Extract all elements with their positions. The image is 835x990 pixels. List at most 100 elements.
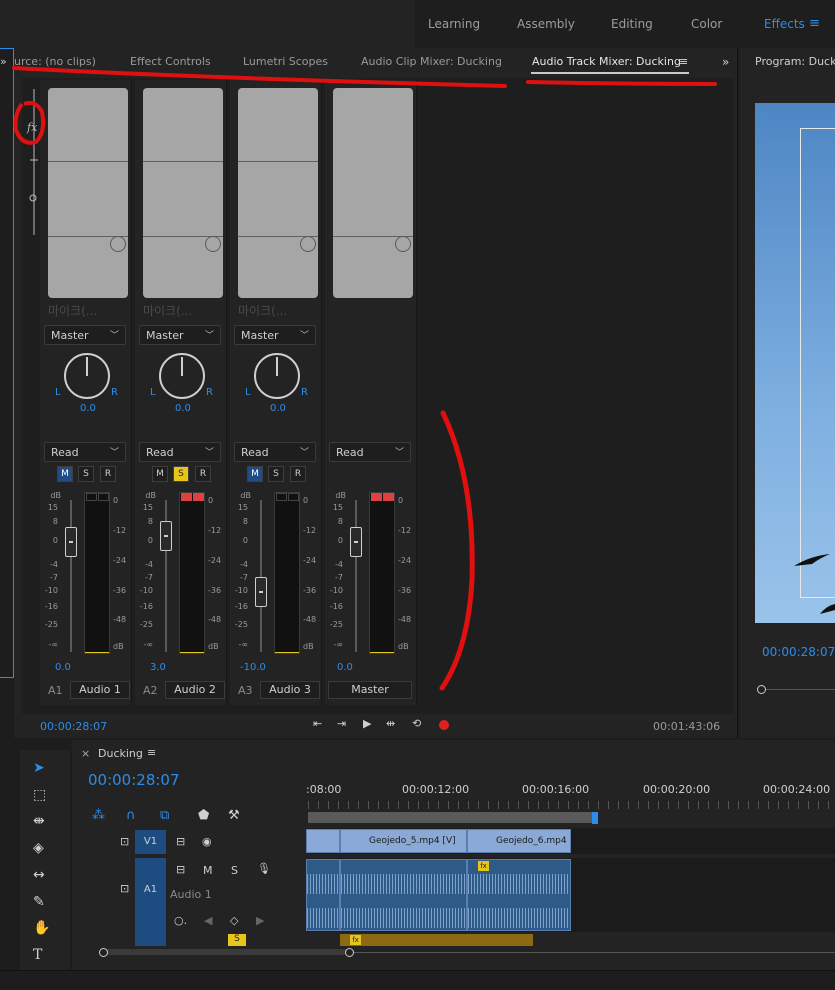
video-clip[interactable]: Geojedo_5.mp4 [V] bbox=[340, 829, 467, 853]
play-in-to-out-icon[interactable]: ⇹ bbox=[386, 717, 395, 730]
volume-value-a3[interactable]: -10.0 bbox=[240, 662, 266, 673]
output-select-a2[interactable]: Master ﹀ bbox=[139, 325, 221, 345]
more-tabs-icon[interactable]: » bbox=[722, 55, 729, 69]
linked-selection-icon[interactable]: ⧉ bbox=[160, 808, 169, 823]
sync-lock-icon[interactable]: ⊟ bbox=[176, 863, 185, 876]
fader-track[interactable] bbox=[355, 500, 357, 652]
track-name-master[interactable]: Master bbox=[328, 681, 412, 699]
timeline-timecode[interactable]: 00:00:28:07 bbox=[88, 771, 180, 789]
pan-knob-a2[interactable] bbox=[159, 353, 205, 399]
track-target-v1[interactable]: V1 bbox=[135, 830, 166, 854]
track-name-a3[interactable]: Audio 3 bbox=[260, 681, 320, 699]
volume-value-a2[interactable]: 3.0 bbox=[150, 662, 166, 673]
automation-mode-master[interactable]: Read ﹀ bbox=[329, 442, 411, 462]
track-select-tool-icon[interactable]: ⬚ bbox=[33, 787, 46, 803]
nest-icon[interactable]: ⁂ bbox=[92, 808, 105, 823]
panel-menu-icon[interactable]: ≡ bbox=[679, 55, 688, 68]
track-name-a1[interactable]: Audio 1 bbox=[70, 681, 130, 699]
audio-clip-a2[interactable] bbox=[340, 934, 533, 946]
input-select-a2[interactable]: 마이크(... bbox=[143, 302, 192, 319]
track-mute-button[interactable]: M bbox=[203, 864, 213, 877]
input-select-a3[interactable]: 마이크(... bbox=[238, 302, 287, 319]
lock-icon[interactable]: ⊡ bbox=[120, 835, 129, 848]
workspace-effects[interactable]: Effects bbox=[764, 17, 805, 31]
volume-fader[interactable] bbox=[65, 527, 77, 557]
effects-slot-a2[interactable] bbox=[143, 88, 223, 298]
add-marker-icon[interactable]: ⬟ bbox=[198, 808, 209, 823]
volume-fader[interactable] bbox=[350, 527, 362, 557]
workspace-assembly[interactable]: Assembly bbox=[517, 17, 575, 31]
solo-button-a3[interactable]: S bbox=[268, 466, 284, 482]
snap-icon[interactable]: ∩ bbox=[126, 808, 136, 823]
prev-keyframe-icon[interactable]: ◀ bbox=[204, 914, 212, 927]
solo-button-a1[interactable]: S bbox=[78, 466, 94, 482]
record-icon[interactable] bbox=[439, 720, 449, 730]
microphone-icon[interactable]: 🎙 bbox=[257, 862, 271, 875]
tab-audio-track-mixer[interactable]: Audio Track Mixer: Ducking bbox=[532, 55, 681, 68]
close-icon[interactable]: × bbox=[81, 747, 90, 760]
mixer-timecode[interactable]: 00:00:28:07 bbox=[40, 720, 107, 733]
effects-slot-a1[interactable] bbox=[48, 88, 128, 298]
tab-source[interactable]: urce: (no clips) bbox=[14, 55, 96, 68]
audio-clip[interactable] bbox=[340, 859, 467, 931]
output-select-a3[interactable]: Master ﹀ bbox=[234, 325, 316, 345]
peak-indicator[interactable] bbox=[276, 493, 287, 501]
type-tool-icon[interactable]: T bbox=[33, 947, 42, 963]
pan-value-a1[interactable]: 0.0 bbox=[80, 403, 96, 414]
mute-button-a1[interactable]: M bbox=[57, 466, 73, 482]
fader-track[interactable] bbox=[70, 500, 72, 652]
peak-indicator[interactable] bbox=[86, 493, 97, 501]
wrench-icon[interactable]: ⚒ bbox=[228, 808, 240, 823]
pan-value-a2[interactable]: 0.0 bbox=[175, 403, 191, 414]
audio-clip[interactable] bbox=[306, 859, 340, 931]
track-name-a2[interactable]: Audio 2 bbox=[165, 681, 225, 699]
tab-audio-clip-mixer[interactable]: Audio Clip Mixer: Ducking bbox=[361, 55, 502, 68]
record-enable-button-a2[interactable]: R bbox=[195, 466, 211, 482]
sequence-menu-icon[interactable]: ≡ bbox=[147, 746, 156, 759]
work-area-end-handle[interactable] bbox=[592, 812, 598, 824]
sequence-tab[interactable]: Ducking bbox=[98, 747, 143, 760]
video-clip[interactable] bbox=[306, 829, 340, 853]
workspace-learning[interactable]: Learning bbox=[428, 17, 480, 31]
panel-expand-icon[interactable]: » bbox=[0, 55, 7, 68]
tab-lumetri-scopes[interactable]: Lumetri Scopes bbox=[243, 55, 328, 68]
lock-icon[interactable]: ⊡ bbox=[120, 882, 129, 895]
record-enable-button-a3[interactable]: R bbox=[290, 466, 306, 482]
video-clip[interactable]: Geojedo_6.mp4 [ bbox=[467, 829, 571, 853]
work-area-bar[interactable] bbox=[308, 812, 595, 823]
volume-value-master[interactable]: 0.0 bbox=[337, 662, 353, 673]
peak-indicator[interactable] bbox=[181, 493, 192, 501]
peak-indicator[interactable] bbox=[193, 493, 204, 501]
peak-indicator[interactable] bbox=[288, 493, 299, 501]
effects-slot-a3[interactable] bbox=[238, 88, 318, 298]
loop-icon[interactable]: ⟲ bbox=[412, 717, 421, 730]
track-target-a1[interactable]: A1 bbox=[135, 858, 166, 946]
volume-fader[interactable] bbox=[255, 577, 267, 607]
scroll-start-handle[interactable] bbox=[99, 948, 108, 957]
timeline-scroll-thumb[interactable] bbox=[104, 949, 349, 955]
automation-mode-a3[interactable]: Read ﹀ bbox=[234, 442, 316, 462]
scroll-end-handle[interactable] bbox=[345, 948, 354, 957]
solo-button-a2[interactable]: S bbox=[173, 466, 189, 482]
hand-tool-icon[interactable]: ✋ bbox=[33, 920, 50, 936]
program-title[interactable]: Program: Ducking bbox=[755, 55, 835, 68]
track-solo-button[interactable]: S bbox=[231, 864, 238, 877]
program-zoom-handle[interactable] bbox=[757, 685, 766, 694]
automation-mode-a1[interactable]: Read ﹀ bbox=[44, 442, 126, 462]
fader-track[interactable] bbox=[260, 500, 262, 652]
peak-indicator[interactable] bbox=[98, 493, 109, 501]
add-keyframe-icon[interactable]: ◇ bbox=[230, 914, 238, 927]
slip-tool-icon[interactable]: ↔ bbox=[33, 867, 45, 883]
go-to-out-icon[interactable]: ⇥ bbox=[337, 717, 346, 730]
pan-knob-a3[interactable] bbox=[254, 353, 300, 399]
tab-effect-controls[interactable]: Effect Controls bbox=[130, 55, 211, 68]
razor-tool-icon[interactable]: ◈ bbox=[33, 840, 44, 856]
workspace-editing[interactable]: Editing bbox=[611, 17, 653, 31]
record-enable-button-a1[interactable]: R bbox=[100, 466, 116, 482]
play-icon[interactable]: ▶ bbox=[363, 717, 371, 730]
next-keyframe-icon[interactable]: ▶ bbox=[256, 914, 264, 927]
pan-knob-a1[interactable] bbox=[64, 353, 110, 399]
peak-indicator[interactable] bbox=[383, 493, 394, 501]
output-select-a1[interactable]: Master ﹀ bbox=[44, 325, 126, 345]
pen-tool-icon[interactable]: ✎ bbox=[33, 894, 45, 910]
